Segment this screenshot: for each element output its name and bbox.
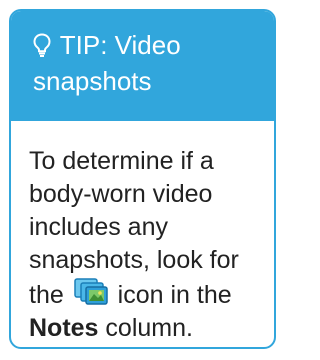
tip-body: To determine if a body-worn video includ…	[11, 121, 274, 345]
tip-card: TIP: Video snapshots To determine if a b…	[9, 9, 276, 349]
snapshots-icon	[73, 278, 108, 305]
tip-header: TIP: Video snapshots	[11, 11, 274, 121]
tip-notes-label: Notes	[29, 314, 99, 342]
tip-title: TIP: Video snapshots	[33, 30, 181, 96]
tip-body-text-after-icon: icon in the	[117, 281, 232, 309]
tip-body-text-end: column.	[105, 314, 193, 342]
lightbulb-icon	[33, 33, 51, 57]
